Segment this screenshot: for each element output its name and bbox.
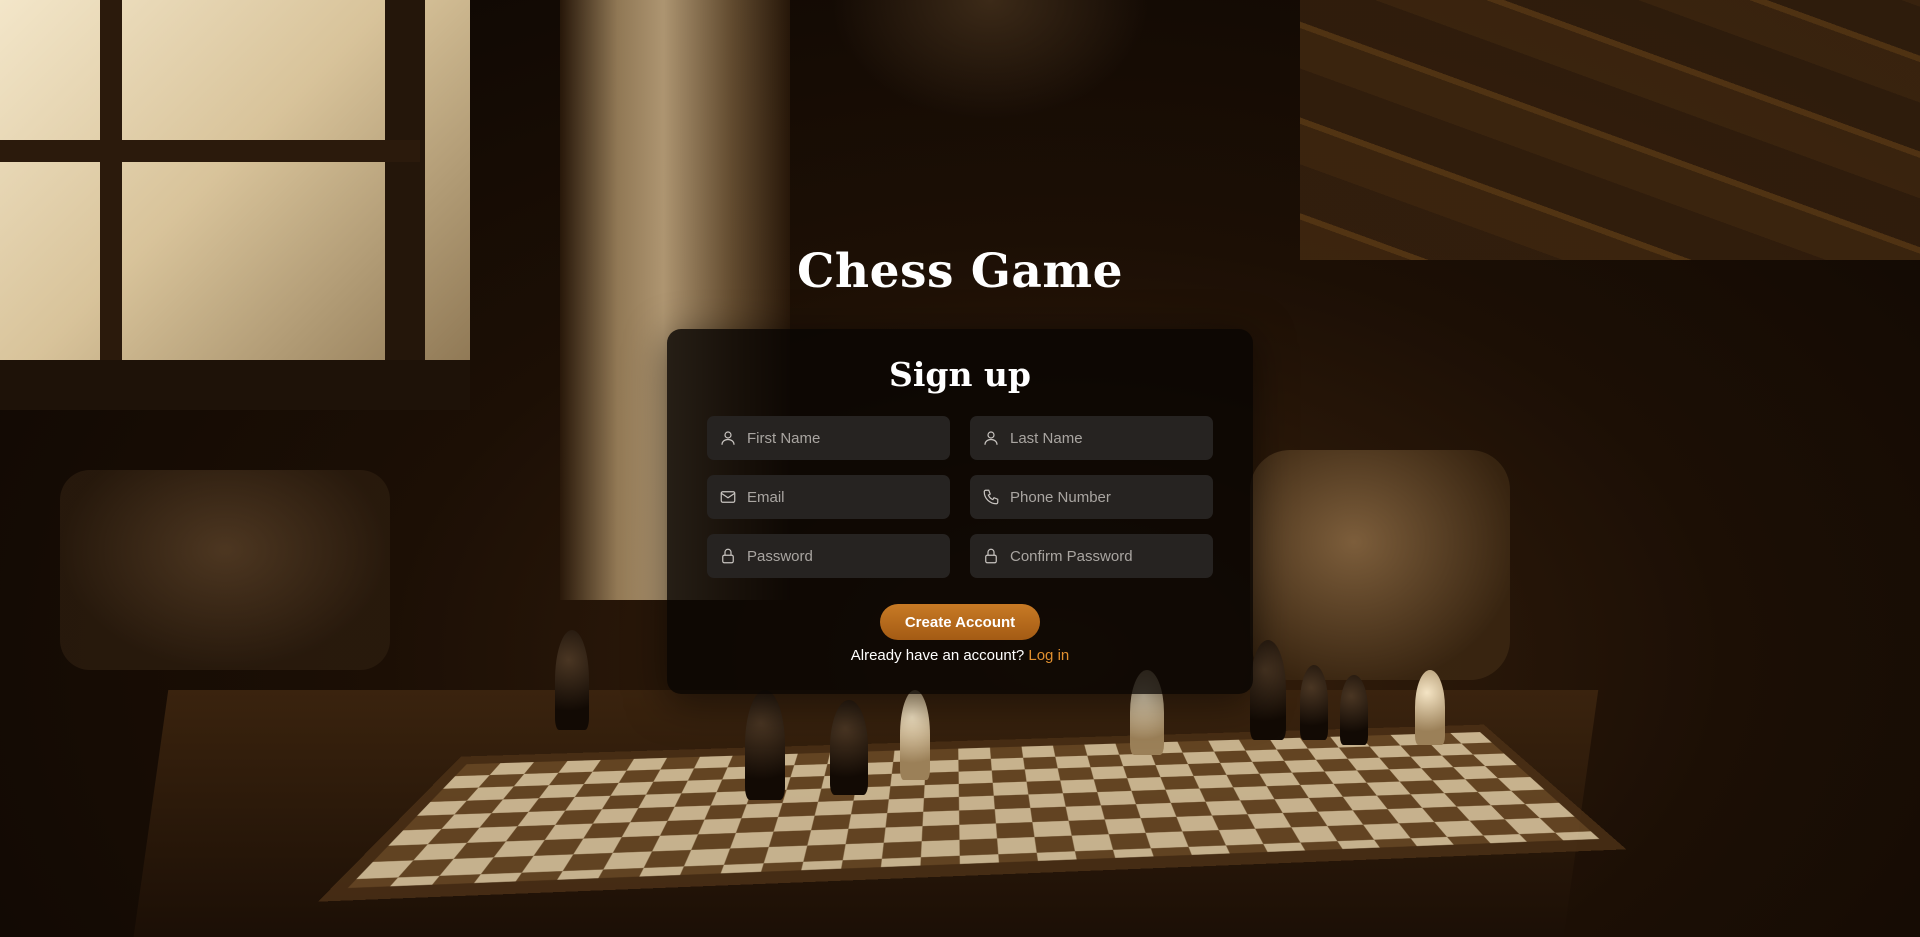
chair-background <box>60 470 390 670</box>
user-icon <box>719 429 737 447</box>
app-title: Chess Game <box>797 244 1123 299</box>
chess-piece <box>1340 675 1368 745</box>
first-name-input[interactable] <box>747 416 950 460</box>
first-name-field[interactable] <box>707 416 950 460</box>
phone-icon <box>982 488 1000 506</box>
email-input[interactable] <box>747 475 950 519</box>
lamp-background <box>830 0 1150 120</box>
chess-piece <box>745 690 785 800</box>
last-name-field[interactable] <box>970 416 1213 460</box>
chess-piece <box>900 690 930 780</box>
email-field[interactable] <box>707 475 950 519</box>
last-name-input[interactable] <box>1010 416 1213 460</box>
signup-card: Sign up Create Account <box>667 329 1253 694</box>
stone-wall-background <box>1300 0 1920 260</box>
mail-icon <box>719 488 737 506</box>
login-link[interactable]: Log in <box>1028 647 1069 664</box>
confirm-password-input[interactable] <box>1010 534 1213 578</box>
chess-piece <box>1300 665 1328 740</box>
chess-piece <box>830 700 868 795</box>
chess-piece <box>1415 670 1445 745</box>
password-input[interactable] <box>747 534 950 578</box>
login-prompt-text: Already have an account? <box>850 647 1025 664</box>
chess-piece <box>1250 640 1286 740</box>
confirm-password-field[interactable] <box>970 534 1213 578</box>
password-field[interactable] <box>707 534 950 578</box>
window-background <box>0 0 470 410</box>
lock-icon <box>982 547 1000 565</box>
user-icon <box>982 429 1000 447</box>
phone-input[interactable] <box>1010 475 1213 519</box>
lock-icon <box>719 547 737 565</box>
pillow-background <box>1250 450 1510 680</box>
chess-piece <box>555 630 589 730</box>
phone-field[interactable] <box>970 475 1213 519</box>
form-title: Sign up <box>889 355 1031 394</box>
create-account-button[interactable]: Create Account <box>880 604 1040 640</box>
login-prompt-line: Already have an account? Log in <box>667 647 1253 664</box>
